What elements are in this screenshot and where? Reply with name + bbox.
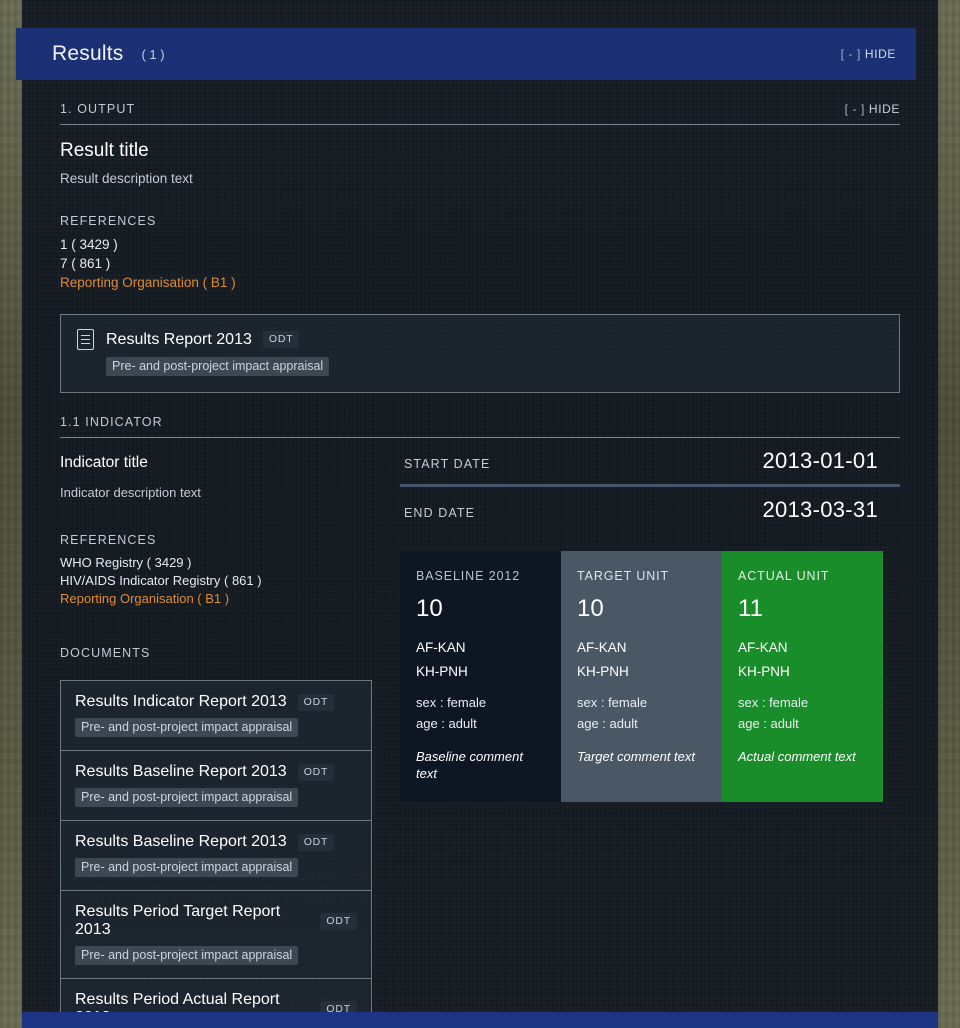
- geo-code: KH-PNH: [416, 664, 468, 679]
- actual-card-comment: Actual comment text: [738, 749, 856, 764]
- dimension-sex: sex : female: [416, 695, 487, 710]
- target-card: TARGET UNIT 10 AF-KAN KH-PNH sex : femal…: [561, 551, 722, 802]
- reference-item[interactable]: 7 ( 861 ): [60, 254, 900, 273]
- baseline-card-geo: AF-KAN KH-PNH: [416, 636, 545, 684]
- baseline-card-value: 10: [416, 595, 443, 622]
- geo-code: AF-KAN: [738, 640, 788, 655]
- indicator-references-list: WHO Registry ( 3429 ) HIV/AIDS Indicator…: [60, 554, 372, 608]
- actual-card-label: ACTUAL UNIT: [738, 569, 830, 583]
- document-name[interactable]: Results Baseline Report 2013: [75, 833, 287, 851]
- results-hide-bracket: [ - ]: [840, 47, 861, 61]
- end-date-label: END DATE: [404, 506, 476, 520]
- document-row[interactable]: Results Baseline Report 2013 ODT Pre- an…: [61, 820, 371, 890]
- dimension-sex: sex : female: [738, 695, 809, 710]
- target-card-dimensions: sex : female age : adult: [577, 692, 706, 734]
- dimension-age: age : adult: [738, 716, 799, 731]
- dimension-age: age : adult: [416, 716, 477, 731]
- page-title: Results: [52, 42, 124, 65]
- reference-item-reporting-organisation[interactable]: Reporting Organisation ( B1 ): [60, 273, 900, 292]
- target-card-value: 10: [577, 595, 604, 622]
- baseline-card-dimensions: sex : female age : adult: [416, 692, 545, 734]
- document-format-badge: ODT: [297, 763, 335, 781]
- indicator-references-label: REFERENCES: [60, 533, 157, 547]
- document-title-row: Results Baseline Report 2013 ODT: [75, 763, 357, 781]
- target-card-geo: AF-KAN KH-PNH: [577, 636, 706, 684]
- reference-item-who-registry[interactable]: WHO Registry ( 3429 ): [60, 554, 372, 572]
- geo-code: KH-PNH: [738, 664, 790, 679]
- indicator-right-column: START DATE 2013-01-01 END DATE 2013-03-3…: [390, 438, 900, 1028]
- actual-card-value: 11: [738, 595, 763, 622]
- geo-code: AF-KAN: [577, 640, 627, 655]
- document-category-tag: Pre- and post-project impact appraisal: [106, 357, 330, 376]
- geo-code: KH-PNH: [577, 664, 629, 679]
- baseline-card-label: BASELINE 2012: [416, 569, 521, 583]
- results-count: ( 1 ): [141, 46, 165, 62]
- document-category-tag: Pre- and post-project impact appraisal: [75, 718, 299, 737]
- output-divider: [60, 124, 900, 125]
- results-header-bar: Results ( 1 ) [ - ] HIDE: [16, 28, 916, 80]
- document-format-badge: ODT: [320, 912, 357, 930]
- output-references-label: REFERENCES: [60, 214, 157, 228]
- indicator-description: Indicator description text: [60, 485, 201, 500]
- indicator-title: Indicator title: [60, 454, 148, 471]
- document-name[interactable]: Results Indicator Report 2013: [75, 693, 287, 711]
- baseline-card: BASELINE 2012 10 AF-KAN KH-PNH sex : fem…: [400, 551, 561, 802]
- document-name[interactable]: Results Report 2013: [106, 331, 252, 349]
- document-title-row: Results Report 2013 ODT: [77, 329, 883, 350]
- indicator-section-header: 1.1 INDICATOR: [60, 393, 900, 429]
- results-hide-toggle[interactable]: [ - ] HIDE: [841, 47, 896, 61]
- dimension-age: age : adult: [577, 716, 638, 731]
- document-name[interactable]: Results Period Target Report 2013: [75, 903, 309, 939]
- document-category-tag: Pre- and post-project impact appraisal: [75, 788, 299, 807]
- baseline-card-comment: Baseline comment text: [416, 749, 523, 781]
- output-hide-bracket: [ - ]: [844, 102, 865, 116]
- start-date-label: START DATE: [404, 457, 491, 471]
- output-section-header: 1. OUTPUT [ - ] HIDE: [60, 80, 900, 116]
- indicator-left-column: Indicator title Indicator description te…: [60, 438, 390, 1028]
- indicator-columns: Indicator title Indicator description te…: [60, 438, 900, 1028]
- bottom-bar: [22, 1012, 938, 1028]
- content-area: 1. OUTPUT [ - ] HIDE Result title Result…: [22, 80, 938, 1028]
- output-section-label: 1. OUTPUT: [60, 102, 136, 116]
- indicator-value-cards: BASELINE 2012 10 AF-KAN KH-PNH sex : fem…: [400, 551, 900, 802]
- document-title-row: Results Baseline Report 2013 ODT: [75, 833, 357, 851]
- document-title-row: Results Indicator Report 2013 ODT: [75, 693, 357, 711]
- indicator-section-label: 1.1 INDICATOR: [60, 415, 163, 429]
- document-name[interactable]: Results Baseline Report 2013: [75, 763, 287, 781]
- output-hide-label: HIDE: [868, 102, 900, 116]
- end-date-value: 2013-03-31: [762, 497, 878, 522]
- output-references-list: 1 ( 3429 ) 7 ( 861 ) Reporting Organisat…: [60, 235, 900, 292]
- document-icon: [77, 329, 94, 350]
- actual-card: ACTUAL UNIT 11 AF-KAN KH-PNH sex : femal…: [722, 551, 883, 802]
- reference-item-reporting-organisation[interactable]: Reporting Organisation ( B1 ): [60, 590, 372, 608]
- output-hide-toggle[interactable]: [ - ] HIDE: [845, 102, 900, 116]
- output-documents-box: Results Report 2013 ODT Pre- and post-pr…: [60, 314, 900, 393]
- geo-code: AF-KAN: [416, 640, 466, 655]
- indicator-documents-label: DOCUMENTS: [60, 646, 151, 660]
- start-date-value: 2013-01-01: [762, 448, 878, 473]
- document-format-badge: ODT: [297, 693, 335, 711]
- document-category-tag: Pre- and post-project impact appraisal: [75, 946, 299, 965]
- reference-item-hiv-aids-registry[interactable]: HIV/AIDS Indicator Registry ( 861 ): [60, 572, 372, 590]
- actual-card-dimensions: sex : female age : adult: [738, 692, 867, 734]
- reference-item[interactable]: 1 ( 3429 ): [60, 235, 900, 254]
- dimension-sex: sex : female: [577, 695, 648, 710]
- result-description: Result description text: [60, 171, 193, 186]
- document-row[interactable]: Results Baseline Report 2013 ODT Pre- an…: [61, 750, 371, 820]
- actual-card-geo: AF-KAN KH-PNH: [738, 636, 867, 684]
- results-hide-label: HIDE: [864, 47, 896, 61]
- indicator-documents-box: Results Indicator Report 2013 ODT Pre- a…: [60, 680, 372, 1028]
- document-category-tag: Pre- and post-project impact appraisal: [75, 858, 299, 877]
- document-format-badge: ODT: [297, 833, 335, 851]
- document-row[interactable]: Results Report 2013 ODT Pre- and post-pr…: [61, 315, 899, 392]
- end-date-row: END DATE 2013-03-31: [400, 487, 900, 531]
- document-title-row: Results Period Target Report 2013 ODT: [75, 903, 357, 939]
- document-row[interactable]: Results Indicator Report 2013 ODT Pre- a…: [61, 681, 371, 750]
- document-row[interactable]: Results Period Target Report 2013 ODT Pr…: [61, 890, 371, 978]
- target-card-comment: Target comment text: [577, 749, 696, 764]
- start-date-row: START DATE 2013-01-01: [400, 438, 900, 482]
- document-format-badge: ODT: [262, 331, 300, 348]
- result-title: Result title: [60, 140, 149, 161]
- target-card-label: TARGET UNIT: [577, 569, 670, 583]
